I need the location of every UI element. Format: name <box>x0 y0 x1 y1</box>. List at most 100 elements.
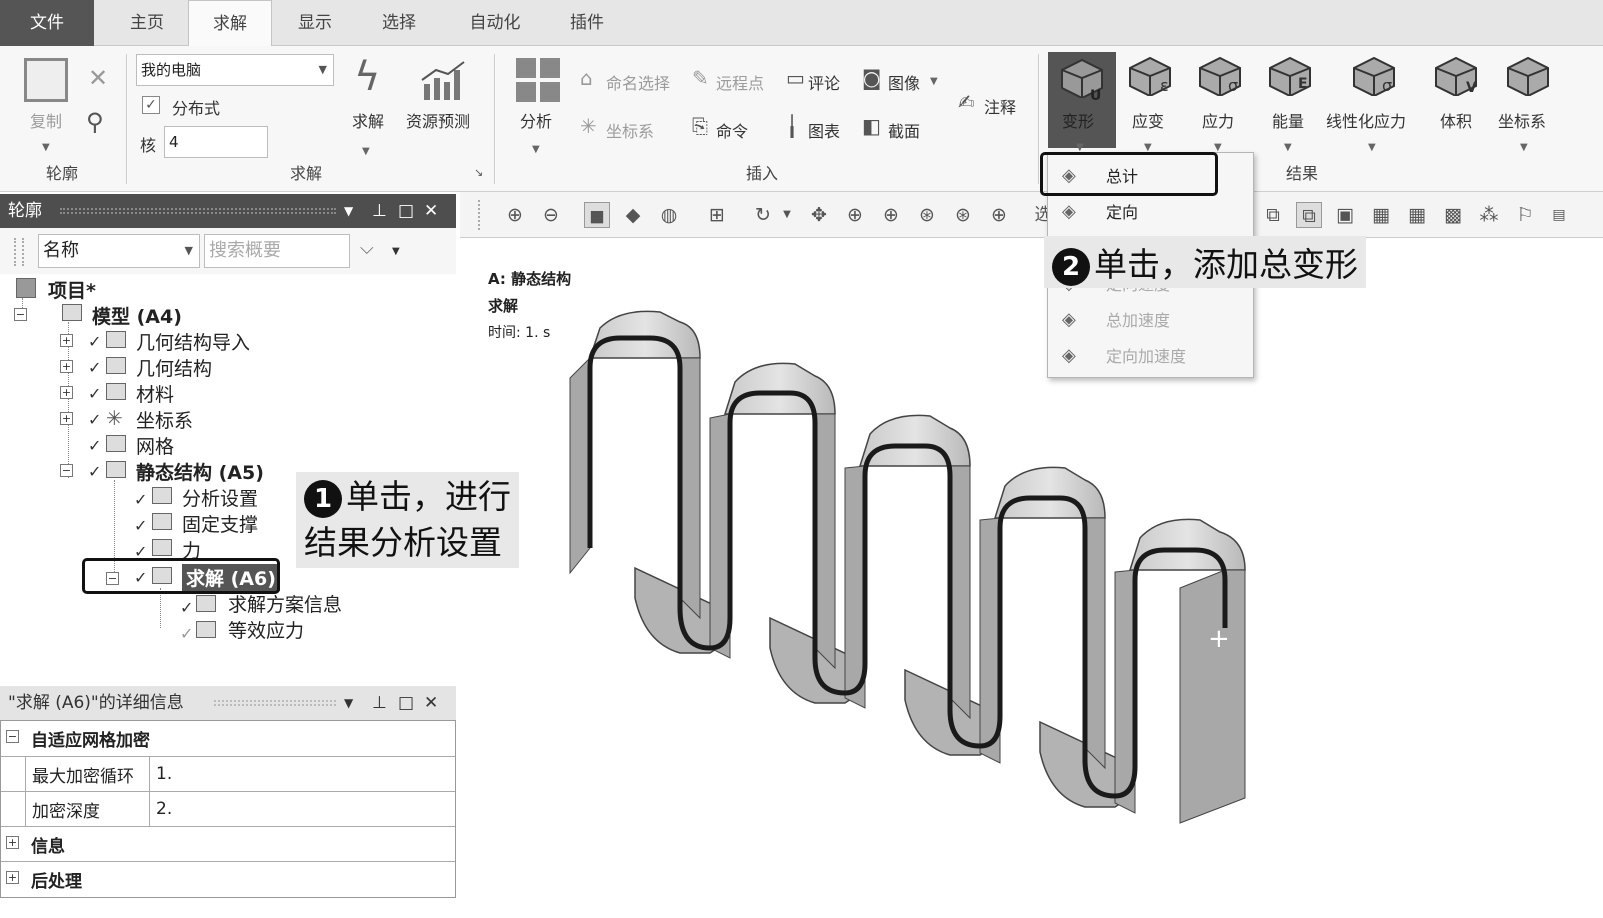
ruler-icon[interactable]: ▤ <box>1546 202 1572 228</box>
magnifier-icon[interactable]: ⊛ <box>950 202 976 228</box>
machine-select[interactable]: 我的电脑 ▼ <box>136 54 334 86</box>
pan-icon[interactable]: ✥ <box>806 202 832 228</box>
linearized-stress-button[interactable]: 线性化应力 <box>1326 108 1406 132</box>
label-icon[interactable]: ⚐ <box>1512 202 1538 228</box>
collapse-icon[interactable]: − <box>14 308 27 321</box>
zoom-window-icon[interactable]: ⊕ <box>986 202 1012 228</box>
tree-item-geometry[interactable]: 几何结构 <box>136 354 212 381</box>
view-icon[interactable]: ▣ <box>1332 202 1358 228</box>
collapse-icon[interactable]: − <box>6 730 19 743</box>
drag-handle[interactable] <box>60 208 336 214</box>
tab-file[interactable]: 文件 <box>0 0 94 46</box>
stress-button[interactable]: 应力 <box>1202 108 1234 132</box>
view-icon[interactable]: ▦ <box>1368 202 1394 228</box>
chevron-down-icon[interactable]: ⌵ <box>360 238 374 259</box>
zoom-icon[interactable]: ⊕ <box>842 202 868 228</box>
energy-button[interactable]: 能量 <box>1272 108 1304 132</box>
tree-item-materials[interactable]: 材料 <box>136 380 174 407</box>
results-coordinate-system-button[interactable]: 坐标系 <box>1498 108 1546 132</box>
cores-input[interactable]: 4 <box>164 126 268 158</box>
chevron-down-icon[interactable]: ▼ <box>1284 142 1292 153</box>
expand-icon[interactable]: + <box>60 360 73 373</box>
shaded-cube-icon[interactable]: ◼ <box>584 202 610 228</box>
close-icon[interactable]: ✕ <box>88 64 108 92</box>
pin-icon[interactable]: ⊥ <box>372 686 387 720</box>
details-section-postprocessing[interactable]: + 后处理 <box>1 862 455 897</box>
view-icon[interactable]: ⧉ <box>1260 202 1286 228</box>
menu-item-directional-acceleration[interactable]: ◈ 定向加速度 <box>1048 339 1253 375</box>
view-active-icon[interactable]: ⧉ <box>1296 202 1322 228</box>
zoom-out-icon[interactable]: ⊖ <box>538 202 564 228</box>
pin-icon[interactable]: ⊥ <box>372 194 387 228</box>
deformation-button[interactable]: U 变形 <box>1048 52 1116 148</box>
tree-item-model[interactable]: 模型 (A4) <box>92 302 182 329</box>
expand-icon[interactable]: + <box>60 334 73 347</box>
expand-icon[interactable]: + <box>60 412 73 425</box>
maximize-icon[interactable]: □ <box>398 194 414 228</box>
coordinate-system-button[interactable]: 坐标系 <box>606 118 654 142</box>
named-selection-button[interactable]: 命名选择 <box>606 70 670 94</box>
tree-item-equivalent-stress[interactable]: 等效应力 <box>228 616 304 643</box>
expand-icon[interactable]: + <box>6 871 19 884</box>
drag-handle[interactable] <box>214 700 336 706</box>
tab-plugins[interactable]: 插件 <box>552 0 622 46</box>
distributed-checkbox[interactable]: ✓ <box>142 96 160 114</box>
drag-handle[interactable] <box>14 238 24 266</box>
expand-icon[interactable]: + <box>60 386 73 399</box>
chevron-down-icon[interactable]: ▼ <box>1368 142 1376 153</box>
serpentine-model[interactable] <box>560 298 1260 838</box>
details-section-adaptive[interactable]: − 自适应网格加密 <box>1 721 455 757</box>
image-button[interactable]: 图像 <box>888 70 920 94</box>
graphics-viewport[interactable]: A: 静态结构 求解 时间: 1. s + <box>460 238 1603 918</box>
cube-icon[interactable]: ◆ <box>620 202 646 228</box>
tree-item-static-structural[interactable]: 静态结构 (A5) <box>136 458 264 485</box>
comment-button[interactable]: 评论 <box>808 70 840 94</box>
view-icon[interactable]: ▦ <box>1404 202 1430 228</box>
select-mode-icon[interactable]: ⊞ <box>704 202 730 228</box>
chevron-down-icon[interactable]: ▼ <box>1520 142 1528 153</box>
details-section-info[interactable]: + 信息 <box>1 827 455 862</box>
chevron-down-icon[interactable]: ▼ <box>42 142 50 153</box>
tab-automation[interactable]: 自动化 <box>452 0 538 46</box>
solve-button[interactable]: 求解 <box>352 108 384 132</box>
chevron-down-icon[interactable]: ▼ <box>392 246 400 257</box>
close-icon[interactable]: ✕ <box>424 194 438 228</box>
details-row-value[interactable]: 2. <box>149 792 172 826</box>
tab-home[interactable]: 主页 <box>110 0 184 46</box>
menu-item-total-acceleration[interactable]: ◈ 总加速度 <box>1048 303 1253 339</box>
view-icon[interactable]: ▩ <box>1440 202 1466 228</box>
tree-item-geometry-import[interactable]: 几何结构导入 <box>136 328 250 355</box>
chevron-down-icon[interactable]: ▼ <box>344 194 353 228</box>
chevron-down-icon[interactable]: ▼ <box>774 202 800 228</box>
collapse-icon[interactable]: − <box>60 464 73 477</box>
zoom-box-icon[interactable]: ⊕ <box>878 202 904 228</box>
chevron-down-icon[interactable]: ▼ <box>362 146 370 157</box>
analysis-button[interactable]: 分析 <box>520 108 552 132</box>
drag-handle[interactable] <box>478 200 486 230</box>
globe-icon[interactable]: ◍ <box>656 202 682 228</box>
tree-item-mesh[interactable]: 网格 <box>136 432 174 459</box>
tree-item-project[interactable]: 项目* <box>48 276 96 303</box>
command-button[interactable]: 命令 <box>716 118 748 142</box>
volume-button[interactable]: 体积 <box>1440 108 1472 132</box>
rotate-icon[interactable]: ↻ <box>750 202 776 228</box>
tab-select[interactable]: 选择 <box>362 0 436 46</box>
chevron-down-icon[interactable]: ▼ <box>930 76 938 87</box>
copy-button[interactable]: 复制 <box>30 108 62 132</box>
chevron-down-icon[interactable]: ▼ <box>344 686 353 720</box>
outline-search-input[interactable]: 搜索概要 <box>204 234 350 268</box>
details-row[interactable]: 加密深度 2. <box>1 792 455 827</box>
tree-item-solution-information[interactable]: 求解方案信息 <box>228 590 342 617</box>
tree-item-coordinate-systems[interactable]: 坐标系 <box>136 406 193 433</box>
section-button[interactable]: 截面 <box>888 118 920 142</box>
annotation-button[interactable]: 注释 <box>984 94 1016 118</box>
menu-item-directional[interactable]: ◈ 定向 <box>1048 195 1253 231</box>
zoom-fit-icon[interactable]: ⊛ <box>914 202 940 228</box>
chevron-down-icon[interactable]: ▼ <box>532 144 540 155</box>
chart-button[interactable]: 图表 <box>808 118 840 142</box>
zoom-in-icon[interactable]: ⊕ <box>502 202 528 228</box>
tab-display[interactable]: 显示 <box>278 0 352 46</box>
name-filter-select[interactable]: 名称 ▼ <box>38 234 200 268</box>
search-icon[interactable]: ⚲ <box>86 108 104 136</box>
tree-item-analysis-settings[interactable]: 分析设置 <box>182 484 258 511</box>
